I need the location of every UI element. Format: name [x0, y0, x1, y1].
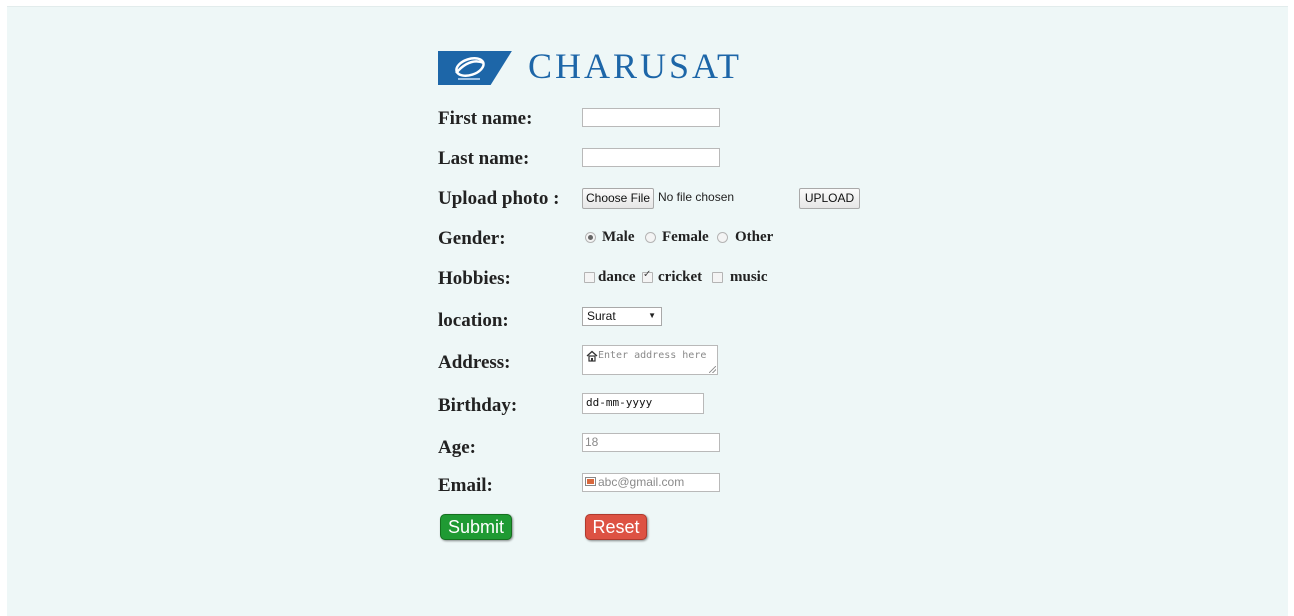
hobby-dance-label: dance: [598, 269, 636, 285]
first-name-input[interactable]: [582, 108, 720, 127]
file-status-text: No file chosen: [658, 190, 735, 204]
dropdown-arrow-icon: ▼: [648, 311, 656, 320]
birthday-date-input[interactable]: dd-mm-yyyy: [582, 393, 704, 414]
upload-photo-label: Upload photo :: [438, 188, 560, 209]
last-name-input[interactable]: [582, 148, 720, 167]
gender-female-radio[interactable]: [645, 232, 656, 243]
reset-button[interactable]: Reset: [585, 514, 647, 540]
upload-button[interactable]: UPLOAD: [799, 188, 860, 209]
hobby-dance-checkbox[interactable]: [584, 272, 595, 283]
brand-name: CHARUSAT: [528, 46, 743, 86]
last-name-label: Last name:: [438, 148, 530, 169]
first-name-label: First name:: [438, 108, 533, 129]
hobby-music-label: music: [730, 269, 768, 285]
address-placeholder: Enter address here: [598, 350, 707, 361]
email-placeholder: abc@gmail.com: [598, 475, 685, 489]
age-value: 18: [585, 435, 599, 449]
home-icon: [586, 349, 598, 362]
email-label: Email:: [438, 475, 493, 496]
hobbies-label: Hobbies:: [438, 268, 511, 289]
location-label: location:: [438, 310, 509, 331]
hobby-music-checkbox[interactable]: [712, 272, 723, 283]
birthday-label: Birthday:: [438, 395, 518, 416]
hobby-cricket-label: cricket: [658, 269, 703, 285]
gender-male-label: Male: [602, 229, 635, 245]
email-icon: [585, 477, 596, 486]
gender-male-radio[interactable]: [585, 232, 596, 243]
location-selected-value: Surat: [587, 309, 616, 323]
age-input[interactable]: 18: [582, 433, 720, 452]
resize-grip-icon[interactable]: [709, 366, 716, 373]
choose-file-button[interactable]: Choose File: [582, 188, 654, 209]
email-input[interactable]: abc@gmail.com: [582, 473, 720, 492]
gender-label: Gender:: [438, 228, 506, 249]
hobby-cricket-checkbox[interactable]: [642, 269, 653, 283]
birthday-value: dd-mm-yyyy: [586, 396, 653, 409]
logo-emblem-icon: [438, 51, 520, 85]
address-label: Address:: [438, 352, 511, 373]
gender-other-radio[interactable]: [717, 232, 728, 243]
address-textarea[interactable]: Enter address here: [582, 345, 718, 375]
charusat-logo: CHARUSAT: [438, 46, 838, 86]
gender-female-label: Female: [662, 229, 709, 245]
age-label: Age:: [438, 437, 476, 458]
location-select[interactable]: Surat ▼: [582, 307, 662, 326]
gender-other-label: Other: [735, 229, 774, 245]
submit-button[interactable]: Submit: [440, 514, 512, 540]
